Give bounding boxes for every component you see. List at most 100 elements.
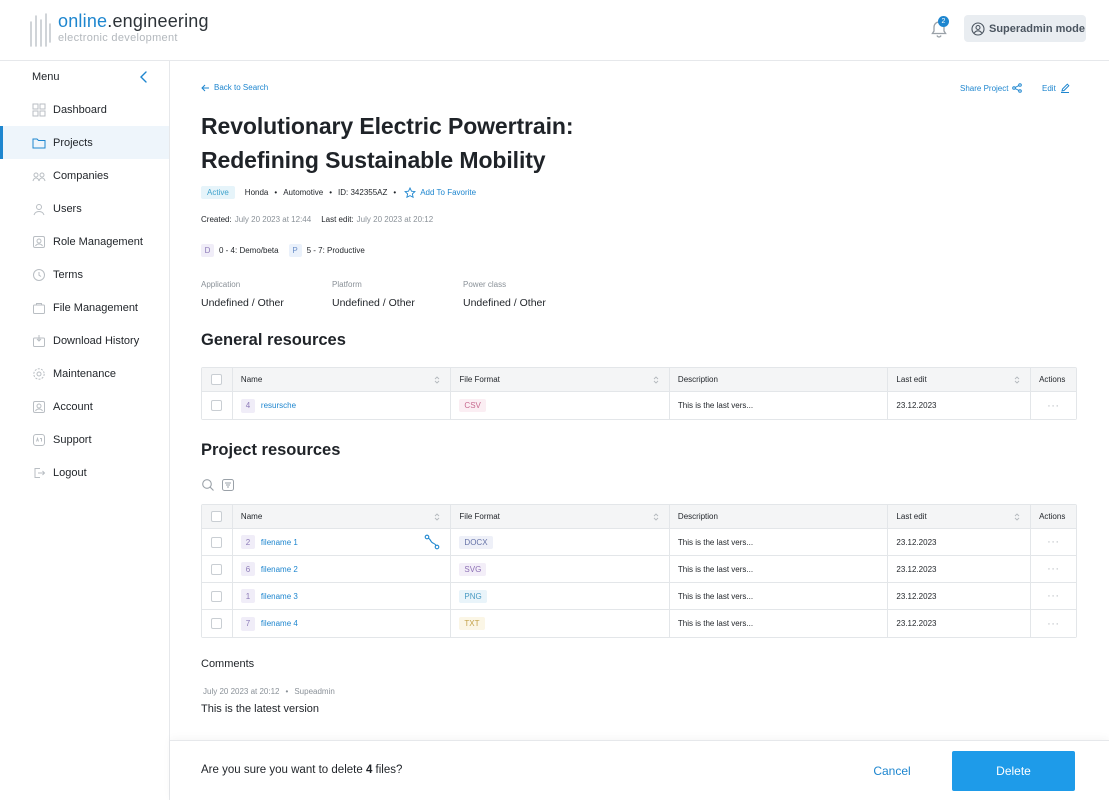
top-header: online.engineering electronic developmen… bbox=[0, 0, 1109, 61]
column-description: Description bbox=[670, 368, 889, 391]
file-format-tag: DOCX bbox=[459, 535, 493, 549]
project-resources-table: Name File Format Description Last edit A… bbox=[201, 504, 1077, 638]
back-to-search-link[interactable]: Back to Search bbox=[201, 83, 268, 92]
sidebar-item-support[interactable]: Support bbox=[0, 423, 169, 456]
project-title: Revolutionary Electric Powertrain: Redef… bbox=[201, 113, 574, 173]
table-row[interactable]: 2 filename 1 DOCX This is the last vers..… bbox=[202, 529, 1076, 556]
project-id: ID: 342355AZ bbox=[338, 188, 388, 197]
support-icon bbox=[33, 433, 45, 446]
column-name[interactable]: Name bbox=[233, 505, 452, 528]
table-row[interactable]: 1 filename 3 PNG This is the last vers...… bbox=[202, 583, 1076, 610]
folder-icon bbox=[32, 138, 46, 148]
sort-icon bbox=[1014, 375, 1020, 384]
superadmin-mode-label: Superadmin mode bbox=[989, 22, 1085, 35]
select-all-checkbox[interactable] bbox=[211, 511, 223, 522]
edit-project-link[interactable]: Edit bbox=[1042, 83, 1070, 93]
table-row[interactable]: 4 resursche CSV This is the last vers... … bbox=[202, 392, 1076, 419]
sidebar-item-dashboard[interactable]: Dashboard bbox=[0, 93, 169, 126]
user-circle-icon bbox=[971, 21, 985, 36]
logout-icon bbox=[34, 467, 46, 478]
sidebar-item-account[interactable]: Account bbox=[0, 390, 169, 423]
column-file-format[interactable]: File Format bbox=[451, 368, 670, 391]
cancel-button[interactable]: Cancel bbox=[862, 757, 922, 785]
row-checkbox[interactable] bbox=[211, 618, 223, 629]
search-icon[interactable] bbox=[201, 478, 215, 492]
star-icon bbox=[404, 186, 417, 198]
share-project-link[interactable]: Share Project bbox=[960, 83, 1023, 93]
sidebar-item-terms[interactable]: Terms bbox=[0, 258, 169, 291]
file-format-tag: PNG bbox=[459, 589, 487, 603]
column-name[interactable]: Name bbox=[233, 368, 452, 391]
comments-title: Comments bbox=[201, 658, 255, 670]
sort-icon bbox=[1014, 512, 1020, 521]
row-checkbox[interactable] bbox=[211, 536, 223, 548]
maturity-stages: D 0 - 4: Demo/beta P 5 - 7: Productive bbox=[201, 244, 375, 257]
file-format-tag: SVG bbox=[459, 562, 487, 576]
created-date: July 20 2023 at 12:44 bbox=[234, 215, 312, 224]
sidebar-item-role-management[interactable]: Role Management bbox=[0, 225, 169, 258]
sidebar-item-projects[interactable]: Projects bbox=[0, 126, 169, 159]
comment-author: Supeadmin bbox=[294, 687, 335, 696]
logo[interactable]: online.engineering electronic developmen… bbox=[28, 12, 209, 48]
sidebar-item-users[interactable]: Users bbox=[0, 192, 169, 225]
sidebar-item-download-history[interactable]: Download History bbox=[0, 324, 169, 357]
pencil-icon bbox=[1060, 83, 1070, 93]
table-row[interactable]: 6 filename 2 SVG This is the last vers...… bbox=[202, 556, 1076, 583]
sort-icon bbox=[653, 375, 659, 384]
file-description: This is the last vers... bbox=[677, 537, 754, 547]
select-all-checkbox[interactable] bbox=[211, 374, 223, 385]
table-row[interactable]: 7 filename 4 TXT This is the last vers...… bbox=[202, 610, 1076, 637]
users-icon bbox=[33, 203, 45, 215]
sort-icon bbox=[653, 512, 659, 521]
more-actions-icon[interactable]: ··· bbox=[1047, 618, 1060, 630]
table-header: Name File Format Description Last edit A… bbox=[202, 368, 1076, 392]
column-file-format[interactable]: File Format bbox=[451, 505, 670, 528]
clock-icon bbox=[33, 268, 45, 281]
file-format-tag: TXT bbox=[459, 617, 485, 630]
logo-mark-icon bbox=[30, 13, 51, 47]
superadmin-mode-button[interactable]: Superadmin mode bbox=[964, 15, 1086, 42]
column-description: Description bbox=[670, 505, 889, 528]
column-actions: Actions bbox=[1039, 375, 1066, 384]
file-name-link[interactable]: filename 4 bbox=[261, 619, 298, 628]
main-content: Back to Search Share Project Edit Revolu… bbox=[170, 61, 1109, 800]
file-name-link[interactable]: filename 2 bbox=[261, 565, 298, 574]
version-count-badge: 1 bbox=[240, 589, 255, 603]
more-actions-icon[interactable]: ··· bbox=[1047, 400, 1060, 412]
file-last-edit: 23.12.2023 bbox=[896, 401, 937, 410]
file-name-link[interactable]: filename 3 bbox=[261, 592, 298, 601]
row-checkbox[interactable] bbox=[211, 400, 223, 411]
attribute-power-class: Power class Undefined / Other bbox=[463, 280, 546, 309]
file-management-icon bbox=[33, 302, 45, 314]
sidebar-item-companies[interactable]: Companies bbox=[0, 159, 169, 192]
sidebar-item-file-management[interactable]: File Management bbox=[0, 291, 169, 324]
more-actions-icon[interactable]: ··· bbox=[1047, 536, 1060, 548]
filter-icon[interactable] bbox=[221, 478, 235, 492]
version-count-badge: 2 bbox=[240, 535, 255, 549]
table-header: Name File Format Description Last edit A… bbox=[202, 505, 1076, 529]
sidebar-item-maintenance[interactable]: Maintenance bbox=[0, 357, 169, 390]
companies-icon bbox=[32, 172, 46, 181]
link-path-icon[interactable] bbox=[424, 534, 440, 550]
project-resources-title: Project resources bbox=[201, 441, 341, 459]
delete-confirm-bar: Are you sure you want to delete 4 files?… bbox=[170, 740, 1109, 800]
row-checkbox[interactable] bbox=[211, 563, 223, 575]
file-name-link[interactable]: filename 1 bbox=[261, 538, 298, 547]
general-resources-title: General resources bbox=[201, 331, 346, 349]
more-actions-icon[interactable]: ··· bbox=[1047, 563, 1060, 575]
more-actions-icon[interactable]: ··· bbox=[1047, 590, 1060, 602]
column-last-edit[interactable]: Last edit bbox=[888, 505, 1032, 528]
version-count-badge: 7 bbox=[240, 616, 255, 631]
notification-count-badge: 2 bbox=[938, 16, 949, 27]
sidebar-item-logout[interactable]: Logout bbox=[0, 456, 169, 489]
chevron-left-icon[interactable] bbox=[138, 70, 150, 84]
column-last-edit[interactable]: Last edit bbox=[888, 368, 1032, 391]
file-name-link[interactable]: resursche bbox=[261, 401, 296, 410]
version-count-badge: 6 bbox=[240, 562, 255, 576]
add-to-favorite-button[interactable]: Add To Favorite bbox=[404, 186, 476, 199]
delete-button[interactable]: Delete bbox=[952, 751, 1075, 791]
delete-confirm-message: Are you sure you want to delete 4 files? bbox=[201, 764, 403, 776]
row-checkbox[interactable] bbox=[211, 590, 223, 602]
arrow-left-icon bbox=[201, 84, 209, 91]
project-dates: Created: July 20 2023 at 12:44 Last edit… bbox=[201, 215, 434, 224]
